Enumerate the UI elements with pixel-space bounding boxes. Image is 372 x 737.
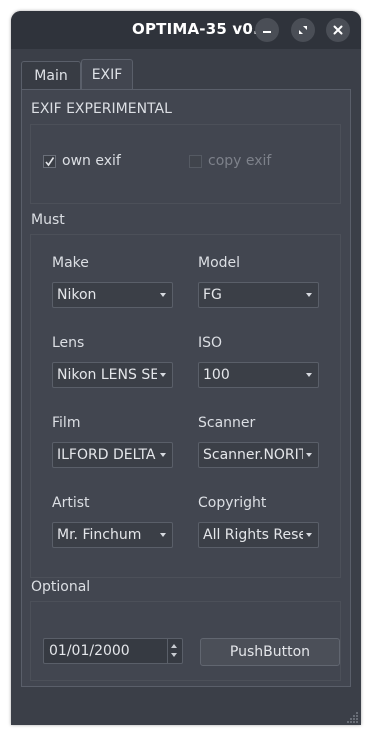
exif-experimental-group-title: EXIF EXPERIMENTAL (31, 101, 172, 117)
film-label: Film (52, 415, 81, 431)
chevron-down-icon (306, 293, 312, 297)
film-combobox[interactable]: ILFORD DELTA 100 (52, 442, 173, 468)
own-exif-label[interactable]: own exif (62, 153, 121, 169)
iso-label: ISO (198, 335, 223, 351)
push-button[interactable]: PushButton (200, 638, 340, 666)
close-icon (333, 25, 343, 35)
lens-value: Nikon LENS SERIES E (57, 367, 157, 383)
model-combobox[interactable]: FG (198, 282, 319, 308)
tab-main[interactable]: Main (21, 61, 81, 89)
copy-exif-checkbox[interactable] (189, 155, 202, 168)
chevron-down-icon (306, 453, 312, 457)
scanner-value: Scanner.NORITSU (203, 447, 303, 463)
iso-value: 100 (203, 367, 230, 383)
chevron-down-icon (160, 293, 166, 297)
copyright-label: Copyright (198, 495, 267, 511)
must-group-title: Must (31, 212, 65, 228)
lens-combobox[interactable]: Nikon LENS SERIES E (52, 362, 173, 388)
chevron-down-icon (160, 533, 166, 537)
artist-label: Artist (52, 495, 90, 511)
optional-group-title: Optional (31, 579, 91, 595)
chevron-down-icon (306, 373, 312, 377)
title-bar[interactable]: OPTIMA-35 v0.3 (11, 11, 361, 49)
model-label: Model (198, 255, 241, 271)
spin-down-icon[interactable] (171, 653, 177, 657)
lens-label: Lens (52, 335, 85, 351)
resize-grip-icon[interactable] (347, 711, 359, 723)
chevron-down-icon (306, 533, 312, 537)
copy-exif-label[interactable]: copy exif (208, 153, 271, 169)
own-exif-checkbox[interactable] (43, 155, 56, 168)
checkmark-icon (45, 157, 55, 167)
window-title: OPTIMA-35 v0.3 (132, 20, 270, 38)
artist-combobox[interactable]: Mr. Finchum (52, 522, 173, 548)
date-spinner[interactable] (167, 639, 182, 663)
artist-value: Mr. Finchum (57, 527, 142, 543)
make-label: Make (52, 255, 89, 271)
copyright-value: All Rights Reserved (203, 527, 303, 543)
model-value: FG (203, 287, 222, 303)
make-value: Nikon (57, 287, 97, 303)
film-value: ILFORD DELTA 100 (57, 447, 157, 463)
minimize-icon (263, 31, 271, 33)
scanner-combobox[interactable]: Scanner.NORITSU (198, 442, 319, 468)
minimize-button[interactable] (255, 18, 279, 42)
spin-up-icon[interactable] (171, 644, 177, 648)
copyright-combobox[interactable]: All Rights Reserved (198, 522, 319, 548)
date-value: 01/01/2000 (49, 643, 130, 659)
chevron-down-icon (160, 373, 166, 377)
make-combobox[interactable]: Nikon (52, 282, 173, 308)
date-edit[interactable]: 01/01/2000 (43, 638, 183, 664)
restore-button[interactable] (291, 18, 315, 42)
app-window: OPTIMA-35 v0.3 Main EXIF EXIF EXPERIMENT… (11, 11, 361, 725)
tab-exif[interactable]: EXIF (81, 59, 133, 90)
restore-icon (299, 26, 307, 34)
scanner-label: Scanner (198, 415, 256, 431)
chevron-down-icon (160, 453, 166, 457)
close-button[interactable] (326, 18, 350, 42)
iso-combobox[interactable]: 100 (198, 362, 319, 388)
